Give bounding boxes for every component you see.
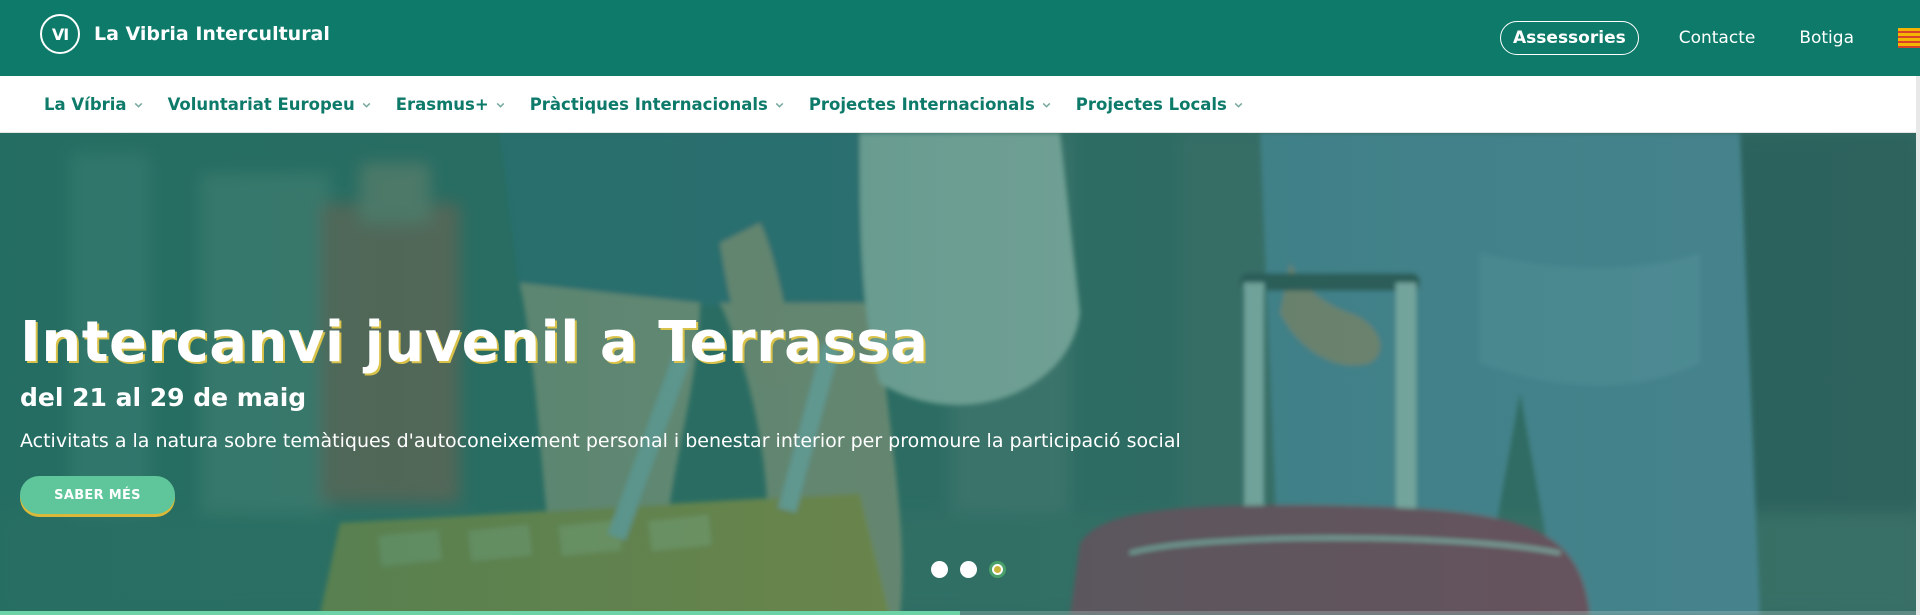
slider-dot[interactable]: [960, 561, 977, 578]
nav-item-label: La Víbria: [44, 94, 127, 114]
nav-item-projectes-locals[interactable]: Projectes Locals: [1076, 95, 1244, 114]
hero-description: Activitats a la natura sobre temàtiques …: [20, 430, 1181, 452]
brand-link[interactable]: VI La Vibria Intercultural: [40, 14, 330, 54]
hero-title: Intercanvi juvenil a Terrassa: [20, 310, 929, 375]
slider-dot[interactable]: [931, 561, 948, 578]
nav-item-erasmus[interactable]: Erasmus+: [396, 95, 506, 114]
main-navigation: La Víbria Voluntariat Europeu Erasmus+ P…: [0, 76, 1920, 133]
assessories-button[interactable]: Assessories: [1500, 21, 1639, 55]
hero-slider: Intercanvi juvenil a Terrassa del 21 al …: [0, 133, 1920, 615]
contact-link[interactable]: Contacte: [1679, 28, 1756, 48]
hero-content: Intercanvi juvenil a Terrassa del 21 al …: [20, 311, 1181, 514]
top-right-menu: Assessories Contacte Botiga: [1500, 0, 1920, 76]
brand-name: La Vibria Intercultural: [94, 23, 330, 45]
chevron-down-icon: [1234, 102, 1243, 108]
nav-item-label: Voluntariat Europeu: [167, 94, 355, 114]
nav-item-label: Projectes Locals: [1075, 94, 1227, 114]
brand-logo-icon: VI: [40, 14, 80, 54]
saber-mes-button[interactable]: SABER MÉS: [20, 476, 175, 514]
nav-item-voluntariat-europeu[interactable]: Voluntariat Europeu: [168, 95, 372, 114]
hero-date: del 21 al 29 de maig: [20, 383, 307, 412]
top-bar: VI La Vibria Intercultural Assessories C…: [0, 0, 1920, 76]
chevron-down-icon: [496, 102, 505, 108]
nav-item-label: Pràctiques Internacionals: [529, 94, 768, 114]
slider-dot-active[interactable]: [989, 561, 1006, 578]
nav-item-label: Projectes Internacionals: [808, 94, 1035, 114]
slider-dots: [931, 561, 1018, 578]
slider-progress-track: [0, 611, 1920, 615]
logo-letters: VI: [51, 24, 69, 44]
chevron-down-icon: [1042, 102, 1051, 108]
nav-item-la-vibria[interactable]: La Víbria: [44, 95, 144, 114]
slider-progress-fill: [0, 611, 960, 615]
chevron-down-icon: [362, 102, 371, 108]
shop-link[interactable]: Botiga: [1799, 28, 1854, 48]
nav-item-label: Erasmus+: [395, 94, 489, 114]
nav-item-practiques-internacionals[interactable]: Pràctiques Internacionals: [530, 95, 785, 114]
catalan-flag-icon[interactable]: [1898, 28, 1920, 48]
chevron-down-icon: [775, 102, 784, 108]
page-scrollbar[interactable]: [1916, 76, 1920, 615]
chevron-down-icon: [134, 102, 142, 108]
nav-item-projectes-internacionals[interactable]: Projectes Internacionals: [809, 95, 1052, 114]
